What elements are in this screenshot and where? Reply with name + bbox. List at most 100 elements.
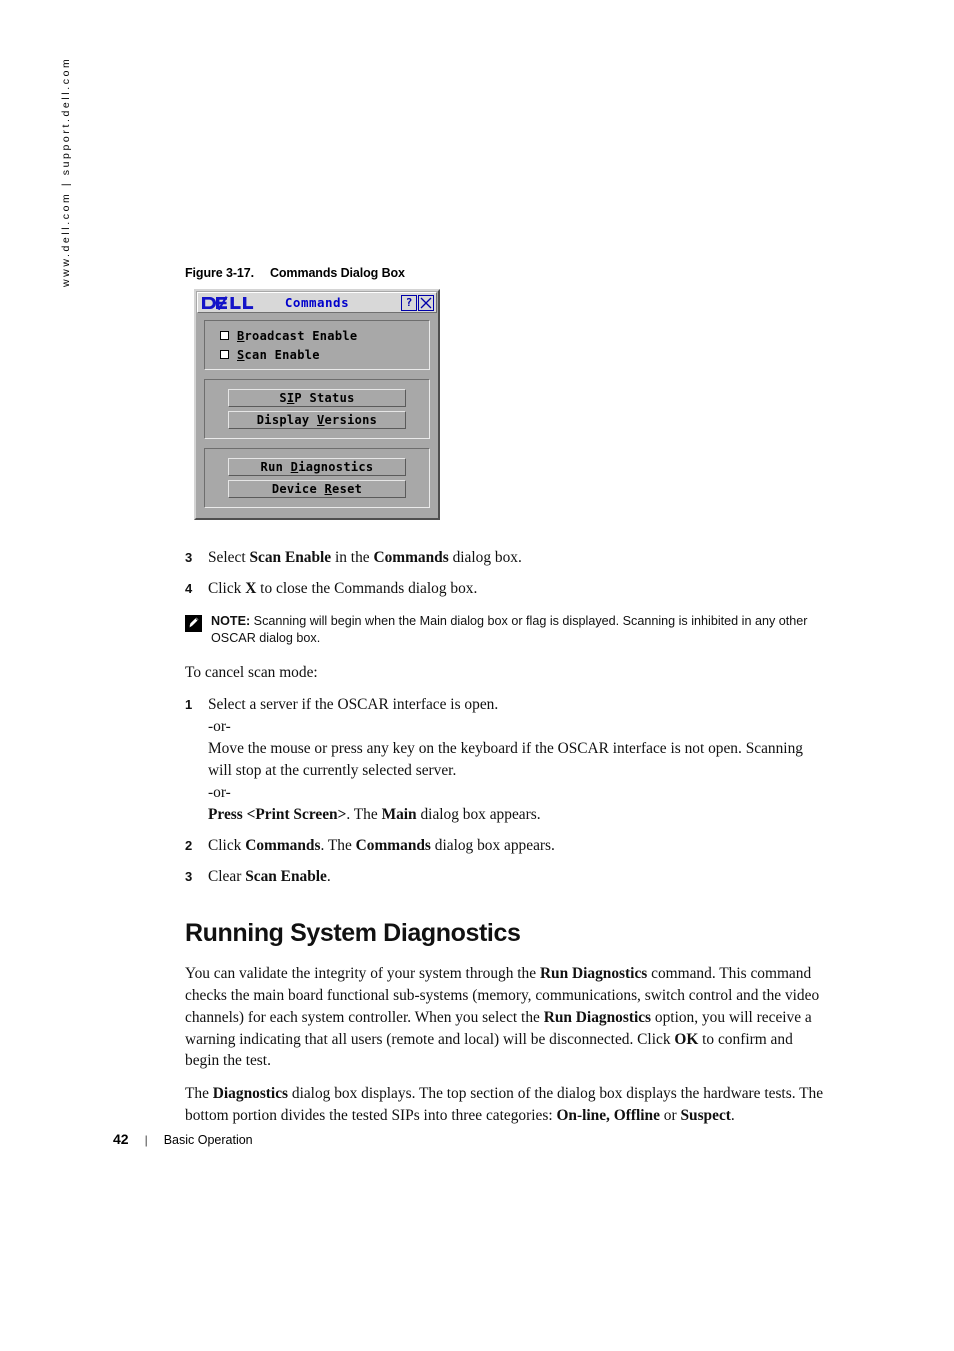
body-text: Move the mouse or press any key on the k… (208, 740, 803, 779)
section-paragraph: You can validate the integrity of your s… (185, 963, 830, 1072)
checkbox-broadcast-enable[interactable]: Broadcast Enable (211, 326, 423, 345)
body-text: -or- (208, 718, 231, 736)
label-pre: Run (260, 460, 291, 474)
cancel-intro: To cancel scan mode: (185, 663, 318, 681)
display-versions-button[interactable]: Display Versions (228, 411, 406, 429)
emphasis-text: Commands (245, 836, 321, 854)
titlebar-buttons: ? (401, 294, 434, 311)
emphasis-text: On-line, Offline (556, 1107, 660, 1125)
dialog-titlebar: Commands ? (197, 292, 437, 313)
step-item: 3 Select Scan Enable in the Commands dia… (185, 547, 830, 569)
diagnostics-button-group: Run Diagnostics Device Reset (204, 448, 430, 508)
body-text: Select (208, 549, 250, 566)
checkbox-label: Scan Enable (237, 348, 320, 362)
step-item: 3 Clear Scan Enable. (185, 866, 830, 888)
label-post: iagnostics (298, 460, 374, 474)
label-rest: can Enable (244, 347, 320, 362)
body-text: to close the Commands dialog box. (256, 579, 478, 597)
step-line: Press <Print Screen>. The Main dialog bo… (208, 804, 830, 826)
label-post: eset (332, 482, 363, 496)
emphasis-text: Scan Enable (245, 867, 327, 885)
step-text: Select a server if the OSCAR interface i… (208, 694, 830, 825)
section-heading: Running System Diagnostics (185, 919, 521, 948)
emphasis-text: Run Diagnostics (543, 1008, 652, 1026)
footer-chapter: Basic Operation (163, 1133, 253, 1147)
close-icon[interactable] (418, 294, 434, 311)
body-text: dialog box. (448, 549, 522, 566)
step-text: Click X to close the Commands dialog box… (208, 578, 830, 600)
emphasis-text: Main (381, 805, 417, 823)
step-line: Click Commands. The Commands dialog box … (208, 835, 830, 857)
checkbox-scan-enable[interactable]: Scan Enable (211, 345, 423, 364)
step-item: 1 Select a server if the OSCAR interface… (185, 694, 830, 825)
step-item: 4 Click X to close the Commands dialog b… (185, 578, 830, 600)
note-text: NOTE: Scanning will begin when the Main … (211, 613, 830, 648)
dialog-body: Broadcast Enable Scan Enable SIP Status … (196, 314, 438, 518)
label-pre: Display (256, 413, 317, 427)
label-post: ersions (324, 413, 378, 427)
note-body: Scanning will begin when the Main dialog… (211, 613, 808, 646)
emphasis-text: Scan Enable (249, 549, 332, 566)
step-line: -or- (208, 716, 830, 738)
run-diagnostics-button[interactable]: Run Diagnostics (228, 458, 406, 476)
step-text: Clear Scan Enable. (208, 866, 830, 888)
step-text: Click Commands. The Commands dialog box … (208, 835, 830, 857)
note-callout: NOTE: Scanning will begin when the Main … (185, 613, 830, 648)
emphasis-text: X (245, 579, 257, 597)
note-pencil-icon (185, 614, 202, 632)
body-text: Click (208, 836, 246, 854)
help-icon[interactable]: ? (401, 294, 417, 311)
side-url-text: www.dell.com | support.dell.com (60, 56, 72, 287)
status-button-group: SIP Status Display Versions (204, 379, 430, 439)
label-post: P Status (294, 391, 355, 405)
label-pre: Device (271, 482, 325, 496)
emphasis-text: Diagnostics (212, 1085, 289, 1103)
label-rest: roadcast Enable (244, 328, 358, 343)
figure-caption: Figure 3-17. Commands Dialog Box (185, 266, 405, 280)
checkbox-label: Broadcast Enable (237, 329, 357, 343)
step-text: Select Scan Enable in the Commands dialo… (208, 547, 830, 569)
body-text: Clear (208, 867, 246, 885)
device-reset-button[interactable]: Device Reset (228, 480, 406, 498)
body-text: -or- (208, 783, 231, 801)
mnemonic-letter: S (237, 347, 245, 362)
sip-status-button[interactable]: SIP Status (228, 389, 406, 407)
figure-title: Commands Dialog Box (269, 266, 405, 280)
emphasis-text: Commands (355, 836, 431, 854)
page-content: 3 Select Scan Enable in the Commands dia… (185, 547, 830, 1138)
body-text: . (730, 1107, 735, 1125)
checkbox-group: Broadcast Enable Scan Enable (204, 320, 430, 370)
step-number: 2 (185, 837, 193, 853)
step-number: 3 (185, 868, 193, 884)
mnemonic-letter: R (324, 482, 333, 496)
body-text: in the (331, 549, 374, 566)
body-text: . (326, 867, 331, 885)
body-text: . The (346, 805, 382, 823)
checkbox-indicator[interactable] (220, 331, 229, 340)
section-paragraph: The Diagnostics dialog box displays. The… (185, 1083, 830, 1127)
body-text: Click (208, 579, 246, 597)
body-text: Select a server if the OSCAR interface i… (208, 696, 499, 714)
step-line: Clear Scan Enable. (208, 866, 830, 888)
dell-logo-icon (202, 295, 254, 310)
step-number: 4 (185, 580, 193, 596)
step-line: Select a server if the OSCAR interface i… (208, 694, 830, 716)
step-line: -or- (208, 782, 830, 804)
step-number: 1 (185, 697, 193, 713)
figure-number: Figure 3-17. (185, 266, 254, 280)
body-text: The (185, 1085, 213, 1103)
footer-separator: | (144, 1133, 148, 1147)
emphasis-text: OK (674, 1030, 699, 1048)
mnemonic-letter: B (237, 328, 245, 343)
body-text: You can validate the integrity of your s… (185, 964, 540, 982)
page-number: 42 (113, 1131, 129, 1147)
emphasis-text: Run Diagnostics (539, 964, 648, 982)
body-text: dialog box appears. (430, 836, 555, 854)
step-item: 2 Click Commands. The Commands dialog bo… (185, 835, 830, 857)
emphasis-text: Commands (373, 549, 449, 566)
commands-dialog: Commands ? Broadcast Enable Scan Enable … (194, 289, 440, 520)
body-text: dialog box appears. (416, 805, 541, 823)
checkbox-indicator[interactable] (220, 350, 229, 359)
emphasis-text: Suspect (680, 1107, 731, 1125)
label-pre: S (279, 391, 287, 405)
